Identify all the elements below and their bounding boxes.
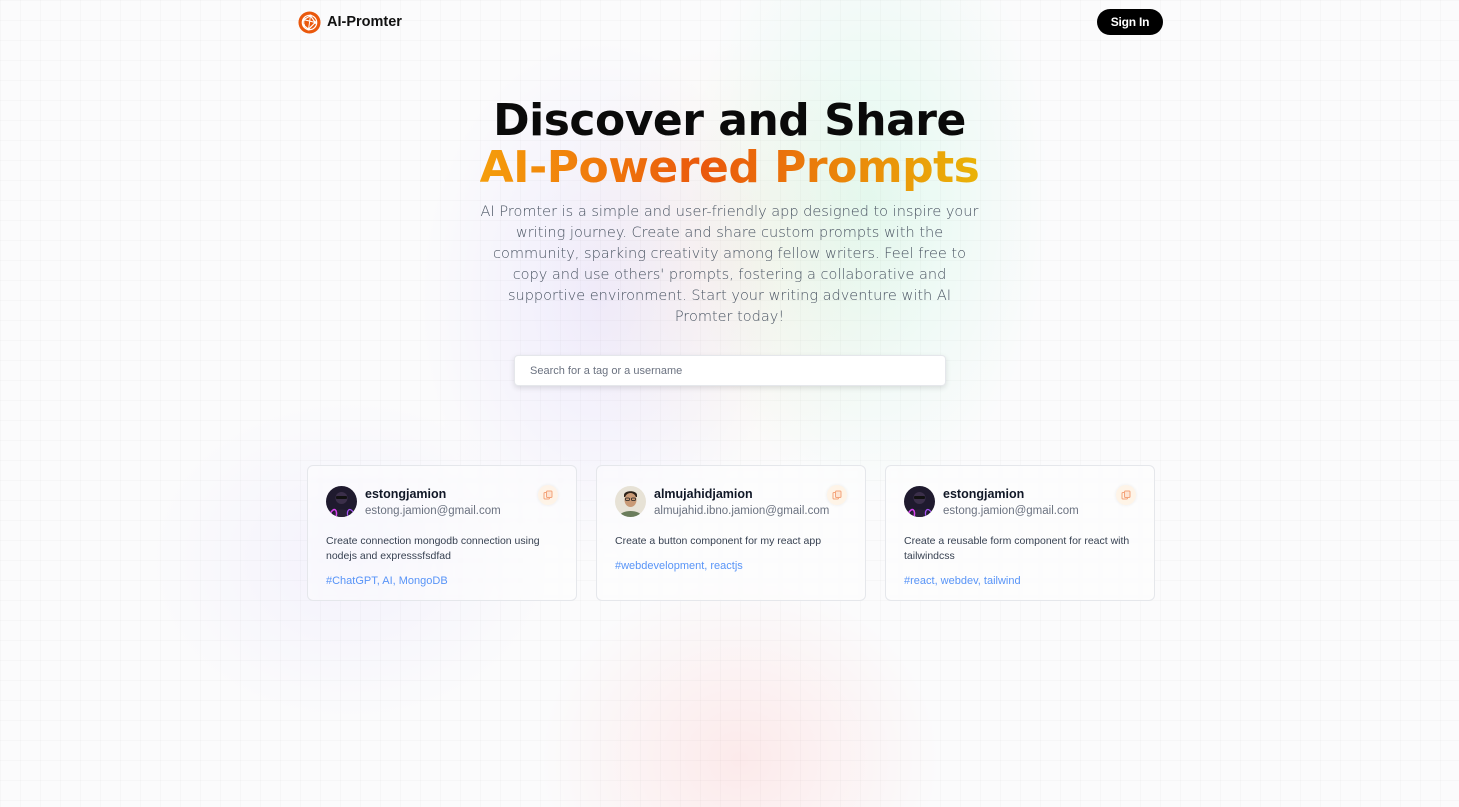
hero-title: Discover and Share [493,95,966,146]
prompt-tags[interactable]: #webdevelopment, reactjs [615,560,847,572]
copy-button[interactable] [538,485,558,505]
prompt-card: estongjamion estong.jamion@gmail.com Cre… [885,465,1155,601]
prompt-text: Create a button component for my react a… [615,535,822,547]
search-form [514,355,946,386]
card-header: almujahidjamion almujahid.ibno.jamion@gm… [615,485,847,519]
prompt-card: almujahidjamion almujahid.ibno.jamion@gm… [596,465,866,601]
avatar-image [615,486,646,517]
prompt-text: Create a reusable form component for rea… [904,535,1130,562]
top-nav: AI-Promter Sign In [298,9,1163,35]
user-info[interactable]: almujahidjamion almujahid.ibno.jamion@gm… [654,485,829,519]
prompt-tags[interactable]: #ChatGPT, AI, MongoDB [326,575,558,587]
card-header: estongjamion estong.jamion@gmail.com [326,485,558,519]
user-email: almujahid.ibno.jamion@gmail.com [654,505,830,517]
copy-button[interactable] [827,485,847,505]
copy-icon [543,490,553,500]
hero-description: AI Promter is a simple and user-friendly… [480,204,979,325]
brand-name: AI-Promter [327,14,402,30]
brand-link[interactable]: AI-Promter [298,10,402,34]
avatar[interactable] [326,486,357,517]
avatar[interactable] [615,486,646,517]
prompt-card: estongjamion estong.jamion@gmail.com Cre… [307,465,577,601]
username: estongjamion [365,487,447,501]
user-email: estong.jamion@gmail.com [365,505,501,517]
user-email: estong.jamion@gmail.com [943,505,1079,517]
username: almujahidjamion [654,487,753,501]
hero-section: Discover and Share AI-Powered Prompts AI… [0,98,1459,328]
prompt-text: Create connection mongodb connection usi… [326,535,540,562]
prompt-tags[interactable]: #react, webdev, tailwind [904,575,1136,587]
hero-title-gradient: AI-Powered Prompts [479,142,980,193]
avatar[interactable] [904,486,935,517]
username: estongjamion [943,487,1025,501]
copy-icon [1121,490,1131,500]
search-input[interactable] [514,355,946,386]
prompt-feed: estongjamion estong.jamion@gmail.com Cre… [307,465,1155,601]
user-info[interactable]: estongjamion estong.jamion@gmail.com [365,485,501,519]
copy-button[interactable] [1116,485,1136,505]
avatar-image [904,486,935,517]
user-info[interactable]: estongjamion estong.jamion@gmail.com [943,485,1079,519]
avatar-image [326,486,357,517]
logo-icon [298,10,321,34]
card-header: estongjamion estong.jamion@gmail.com [904,485,1136,519]
copy-icon [832,490,842,500]
sign-in-button[interactable]: Sign In [1097,9,1163,35]
